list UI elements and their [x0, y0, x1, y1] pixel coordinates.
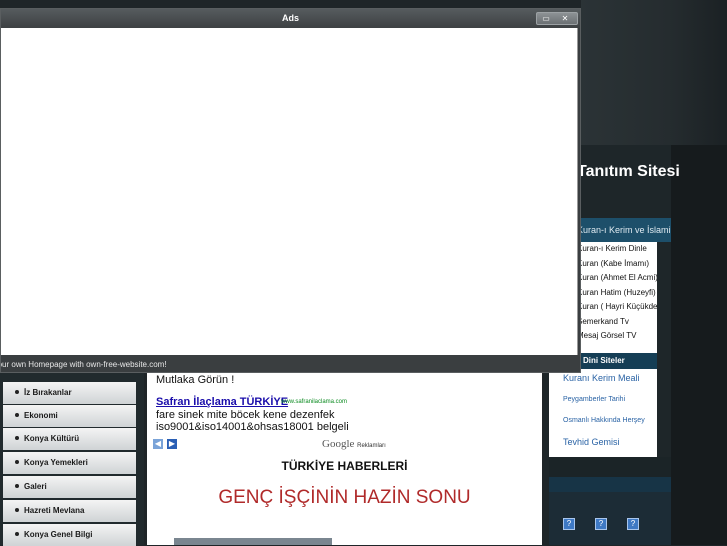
bullet-icon [15, 390, 19, 395]
nav-item-label: Konya Genel Bilgi [24, 530, 93, 539]
nav-item-ekonomi[interactable]: Ekonomi [3, 405, 136, 427]
google-ads-sub: Reklamları [357, 443, 386, 449]
google-ads-label[interactable]: Google Reklamları [322, 438, 386, 450]
nav-item-label: Konya Kültürü [24, 434, 80, 443]
nav-item-label: İz Bırakanlar [24, 388, 72, 397]
right-sidebar-footer [549, 457, 671, 477]
bullet-icon [15, 508, 19, 513]
bullet-icon [15, 460, 19, 465]
ad-prev-button[interactable]: ◀ [153, 439, 163, 449]
nav-item-galeri[interactable]: Galeri [3, 476, 136, 498]
religious-site-link[interactable]: Kuranı Kerim Meali [549, 373, 640, 383]
nav-item-konya-yemekleri[interactable]: Konya Yemekleri [3, 452, 136, 474]
popup-content-area[interactable] [1, 28, 578, 355]
bullet-icon [15, 484, 19, 489]
religious-site-link[interactable]: Peygamberler Tarihi [549, 396, 625, 403]
bullet-icon [15, 532, 19, 537]
nav-item-label: Galeri [24, 482, 47, 491]
google-logo-text: Google [322, 438, 355, 450]
ad-intro: Mutlaka Görün ! [156, 374, 235, 386]
nav-item-label: Konya Yemekleri [24, 458, 88, 467]
nav-item-iz-birakanlar[interactable]: İz Bırakanlar [3, 382, 136, 404]
popup-title: Ads [281, 13, 299, 23]
religious-site-link[interactable]: Tevhid Gemisi [549, 437, 620, 447]
ad-description: iso9001&iso14001&ohsas18001 belgeli [156, 421, 349, 433]
help-icon[interactable]: ? [627, 518, 639, 530]
minimize-icon[interactable]: ▭ [541, 15, 551, 23]
ad-description: fare sinek mite böcek kene dezenfek [156, 409, 335, 421]
help-icon[interactable]: ? [563, 518, 575, 530]
popup-titlebar[interactable]: Ads ▭ ✕ [1, 9, 580, 28]
nav-item-konya-kulturu[interactable]: Konya Kültürü [3, 428, 136, 450]
close-icon[interactable]: ✕ [560, 15, 570, 23]
nav-item-label: Hazreti Mevlana [24, 506, 85, 515]
right-sidebar-icons: ? ? ? [549, 492, 671, 545]
news-thumbnail[interactable] [174, 538, 332, 545]
ad-next-button[interactable]: ▶ [167, 439, 177, 449]
page-edge [671, 145, 727, 545]
popup-status-text[interactable]: Your own Homepage with own-free-website.… [1, 360, 167, 369]
bullet-icon [15, 413, 19, 418]
religious-site-link[interactable]: Osmanlı Hakkında Herşey [549, 417, 645, 424]
site-title: Tanıtım Sitesi [577, 163, 680, 180]
bullet-icon [15, 436, 19, 441]
left-navigation: İz Bırakanlar Ekonomi Konya Kültürü Kony… [0, 367, 144, 546]
nav-item-konya-genel-bilgi[interactable]: Konya Genel Bilgi [3, 524, 136, 546]
ads-popup-window: Ads ▭ ✕ Your own Homepage with own-free-… [0, 8, 581, 373]
news-section-title: TÜRKİYE HABERLERİ [281, 459, 408, 473]
popup-status-bar: Your own Homepage with own-free-website.… [1, 358, 580, 372]
nav-item-hazreti-mevlana[interactable]: Hazreti Mevlana [3, 500, 136, 522]
help-icon[interactable]: ? [595, 518, 607, 530]
window-controls: ▭ ✕ [536, 12, 578, 25]
right-sidebar-footer-band [549, 477, 671, 492]
news-headline[interactable]: GENÇ İŞÇİNİN HAZİN SONU [147, 487, 542, 509]
religious-sites-list: Kuranı Kerim Meali Peygamberler Tarihi O… [549, 369, 657, 457]
ad-link[interactable]: Safran İlaçlama TÜRKİYE [156, 396, 288, 408]
nav-item-label: Ekonomi [24, 411, 58, 420]
ad-url[interactable]: www.safranilaclama.com [281, 399, 347, 405]
